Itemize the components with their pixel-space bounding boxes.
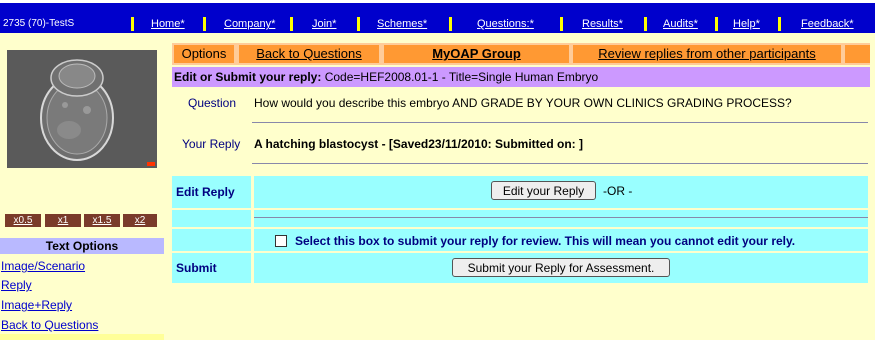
nav-separator — [560, 17, 563, 31]
nav-separator — [644, 17, 647, 31]
review-replies-link[interactable]: Review replies from other participants — [573, 45, 841, 63]
nav-company[interactable]: Company* — [224, 18, 275, 30]
or-text: -OR - — [603, 184, 633, 198]
options-label: Options — [174, 45, 234, 63]
submit-label-cell: Submit — [172, 253, 251, 283]
embryo-picture — [7, 50, 157, 168]
question-text: How would you describe this embryo AND G… — [254, 96, 792, 110]
edit-header-code: Code=HEF2008.01-1 - Title=Single Human E… — [324, 70, 599, 84]
zoom-1-5x[interactable]: x1.5 — [84, 214, 120, 227]
nav-results[interactable]: Results* — [582, 18, 623, 30]
nav-join[interactable]: Join* — [312, 18, 336, 30]
nav-schemes[interactable]: Schemes* — [377, 18, 427, 30]
myoap-group-link[interactable]: MyOAP Group — [384, 45, 569, 63]
options-bar: Options Back to Questions MyOAP Group Re… — [172, 43, 870, 65]
edit-reply-cell: Edit your Reply -OR - — [254, 176, 868, 208]
nav-home[interactable]: Home* — [151, 18, 185, 30]
edit-header-title: Edit or Submit your reply: — [174, 70, 322, 84]
embryo-image[interactable] — [7, 50, 157, 168]
top-nav-bar: 2735 (70)-TestS Home* Company* Join* Sch… — [0, 0, 875, 33]
nav-separator — [203, 17, 206, 31]
user-id: 2735 (70)-TestS — [3, 18, 75, 29]
edit-header: Edit or Submit your reply: Code=HEF2008.… — [172, 67, 870, 87]
nav-feedback[interactable]: Feedback* — [801, 18, 854, 30]
submit-reply-button[interactable]: Submit your Reply for Assessment. — [452, 258, 670, 277]
nav-audits[interactable]: Audits* — [663, 18, 698, 30]
nav-separator — [357, 17, 360, 31]
checkbox-cell: Select this box to submit your reply for… — [254, 229, 868, 251]
nav-separator — [778, 17, 781, 31]
reply-text: A hatching blastocyst - [Saved23/11/2010… — [254, 137, 583, 151]
link-reply[interactable]: Reply — [1, 278, 32, 292]
submit-checkbox[interactable] — [275, 235, 287, 247]
nav-help[interactable]: Help* — [733, 18, 760, 30]
sidebar-footer — [0, 334, 164, 340]
zoom-half[interactable]: x0.5 — [5, 214, 41, 227]
options-bar-end — [845, 45, 870, 63]
checkbox-label: Select this box to submit your reply for… — [295, 234, 796, 248]
text-options-heading: Text Options — [0, 238, 164, 254]
spacer-cell — [254, 210, 868, 227]
back-to-questions-link[interactable]: Back to Questions — [239, 45, 379, 63]
link-back-to-questions[interactable]: Back to Questions — [1, 318, 98, 332]
sidebar: x0.5 x1 x1.5 x2 Text Options Image/Scena… — [0, 33, 172, 340]
zoom-2x[interactable]: x2 — [123, 214, 157, 227]
divider — [254, 217, 868, 218]
question-label: Question — [188, 96, 237, 110]
reply-label: Your Reply — [182, 137, 241, 151]
nav-separator — [290, 17, 293, 31]
zoom-1x[interactable]: x1 — [45, 214, 81, 227]
edit-reply-button[interactable]: Edit your Reply — [491, 181, 596, 200]
divider — [252, 122, 868, 123]
nav-questions[interactable]: Questions:* — [477, 18, 534, 30]
checkbox-label-cell — [172, 229, 251, 251]
nav-separator — [715, 17, 718, 31]
spacer-cell — [172, 210, 251, 227]
edit-reply-label-cell: Edit Reply — [172, 176, 251, 208]
submit-label: Submit — [176, 261, 217, 275]
divider — [252, 163, 868, 164]
link-image-scenario[interactable]: Image/Scenario — [1, 259, 85, 273]
edit-reply-label: Edit Reply — [176, 185, 235, 199]
submit-cell: Submit your Reply for Assessment. — [254, 253, 868, 283]
nav-separator — [449, 17, 452, 31]
nav-separator — [131, 17, 134, 31]
link-image-reply[interactable]: Image+Reply — [1, 298, 72, 312]
